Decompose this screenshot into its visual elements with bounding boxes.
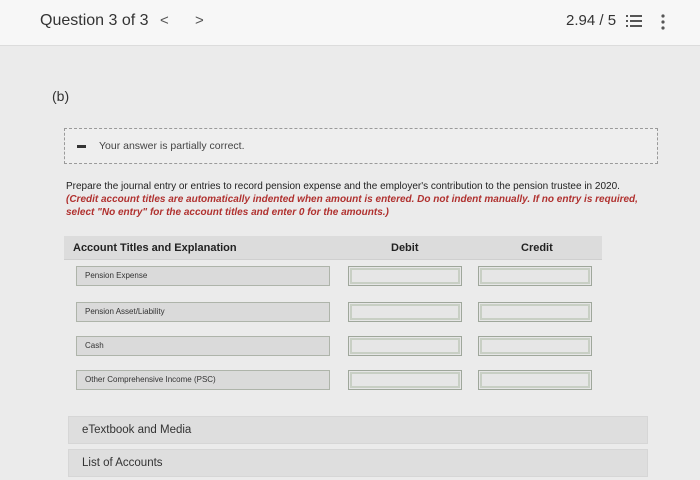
score-display: 2.94 / 5: [566, 12, 617, 29]
journal-table-header: Account Titles and Explanation Debit Cre…: [64, 236, 602, 260]
feedback-box: Your answer is partially correct.: [64, 128, 658, 164]
etextbook-media-link[interactable]: eTextbook and Media: [68, 416, 648, 444]
list-of-accounts-link[interactable]: List of Accounts: [68, 449, 648, 477]
debit-column-header: Debit: [391, 242, 419, 254]
account-select-2[interactable]: Pension Asset/Liability: [76, 302, 330, 322]
instructions-note: (Credit account titles are automatically…: [66, 194, 638, 218]
account-select-4[interactable]: Other Comprehensive Income (PSC): [76, 370, 330, 390]
more-vertical-icon[interactable]: [660, 14, 666, 30]
previous-question-button[interactable]: <: [160, 12, 169, 29]
credit-column-header: Credit: [521, 242, 553, 254]
debit-input-4[interactable]: [348, 370, 462, 390]
credit-input-2[interactable]: [478, 302, 592, 322]
credit-input-1[interactable]: [478, 266, 592, 286]
next-question-button[interactable]: >: [195, 12, 204, 29]
dash-icon: [77, 145, 86, 148]
account-select-3[interactable]: Cash: [76, 336, 330, 356]
debit-input-2[interactable]: [348, 302, 462, 322]
instructions: Prepare the journal entry or entries to …: [66, 180, 656, 219]
debit-input-3[interactable]: [348, 336, 462, 356]
question-counter: Question 3 of 3: [40, 12, 149, 29]
debit-input-1[interactable]: [348, 266, 462, 286]
account-select-1[interactable]: Pension Expense: [76, 266, 330, 286]
part-label: (b): [52, 88, 70, 104]
feedback-text: Your answer is partially correct.: [99, 140, 245, 152]
credit-input-3[interactable]: [478, 336, 592, 356]
list-icon[interactable]: [626, 14, 642, 28]
instructions-prompt: Prepare the journal entry or entries to …: [66, 181, 620, 192]
question-header: Question 3 of 3 < > 2.94 / 5: [0, 0, 700, 46]
account-column-header: Account Titles and Explanation: [73, 242, 237, 254]
credit-input-4[interactable]: [478, 370, 592, 390]
question-content: (b) Your answer is partially correct. Pr…: [0, 46, 700, 480]
